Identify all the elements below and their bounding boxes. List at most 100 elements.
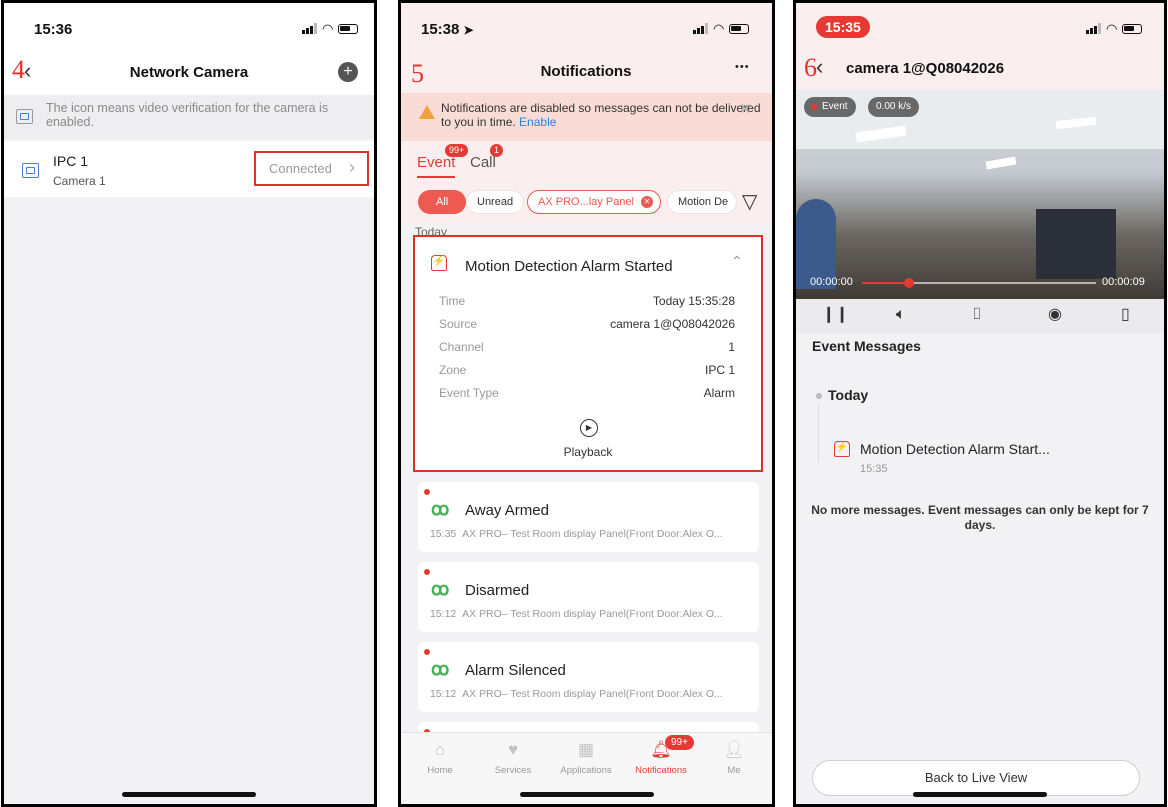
- alarm-icon: ⚡: [431, 255, 447, 271]
- filter-all[interactable]: All: [418, 190, 467, 214]
- playback-icon[interactable]: ▶: [580, 419, 598, 437]
- status-icons: ◠: [302, 21, 359, 36]
- event-card[interactable]: ꝏ Away Armed 15:35 AX PRO– Test Room dis…: [418, 482, 759, 552]
- speaker-icon[interactable]: 🔈︎: [896, 305, 906, 325]
- enable-link[interactable]: Enable: [519, 115, 556, 129]
- fullscreen-icon[interactable]: ▯: [1121, 305, 1130, 325]
- page-title: Notifications: [540, 63, 632, 80]
- event-subtitle: 15:12 AX PRO– Test Room display Panel(Fr…: [430, 688, 723, 700]
- tab-underline: [417, 176, 455, 178]
- event-tag-label: Event: [822, 101, 848, 112]
- warning-icon: [419, 105, 435, 119]
- record-icon[interactable]: ◉: [1048, 305, 1062, 325]
- event-badge: 99+: [445, 144, 469, 157]
- detail-value: IPC 1: [704, 363, 735, 377]
- detail-label: Event Type: [439, 386, 499, 400]
- camera-event-screen: 15:35 ◠ 6 ‹ camera 1@Q08042026 Event 0.0…: [793, 0, 1167, 807]
- event-title: Away Armed: [465, 502, 549, 519]
- video-player[interactable]: Event 0.00 k/s 00:00:00 00:00:09: [796, 89, 1164, 299]
- more-icon[interactable]: •••: [735, 61, 750, 73]
- tab-applications-label: Applications: [560, 765, 612, 776]
- message-time: 15:35: [860, 463, 888, 475]
- status-icons: ◠: [1086, 21, 1143, 36]
- page-title: Network Camera: [129, 64, 249, 81]
- time-start: 00:00:00: [810, 276, 853, 288]
- device-sub: Camera 1: [53, 174, 106, 188]
- nav-bar: [4, 3, 374, 95]
- remove-filter-icon[interactable]: ✕: [641, 196, 653, 208]
- wifi-icon: ◠: [1106, 21, 1118, 36]
- tab-call[interactable]: Call: [470, 154, 496, 171]
- collapse-chevron-icon[interactable]: ⌃: [731, 253, 743, 270]
- expanded-event-card[interactable]: ⚡ Motion Detection Alarm Started ⌃ Time T…: [413, 235, 763, 472]
- silence-icon: ꝏ: [431, 659, 450, 679]
- tab-home[interactable]: ⌂ Home: [403, 739, 477, 776]
- home-indicator: [519, 792, 654, 797]
- event-card[interactable]: ꝏ Disarmed 15:12 AX PRO– Test Room displ…: [418, 562, 759, 632]
- status-icons: ◠: [693, 21, 750, 36]
- network-camera-screen: 15:36 ◠ 4 ‹ Network Camera + The icon me…: [1, 0, 377, 807]
- camera-snapshot-icon[interactable]: ⌷: [972, 305, 982, 325]
- call-badge: 1: [490, 144, 504, 157]
- back-chevron-icon[interactable]: ‹: [24, 60, 31, 82]
- event-title: Alarm Silenced: [465, 662, 566, 679]
- unread-dot: [424, 569, 430, 575]
- back-chevron-icon[interactable]: ‹: [816, 56, 823, 78]
- warning-text: Notifications are disabled so messages c…: [441, 101, 761, 129]
- tab-me-label: Me: [727, 765, 741, 776]
- video-verification-icon: [16, 109, 33, 124]
- filter-panel[interactable]: AX PRO...lay Panel ✕: [527, 190, 661, 214]
- filter-motion[interactable]: Motion De: [667, 190, 737, 214]
- filter-unread[interactable]: Unread: [466, 190, 525, 214]
- battery-icon: [729, 23, 750, 34]
- camera-title: camera 1@Q08042026: [846, 60, 1005, 77]
- back-to-live-button[interactable]: Back to Live View: [812, 760, 1140, 796]
- unread-dot: [424, 649, 430, 655]
- signal-icon: [693, 23, 708, 34]
- playback-label[interactable]: Playback: [415, 445, 761, 459]
- close-icon[interactable]: ✕: [739, 102, 752, 117]
- notification-warning-banner: Notifications are disabled so messages c…: [401, 93, 772, 141]
- filter-funnel-icon[interactable]: ▽: [742, 189, 757, 214]
- detail-value: camera 1@Q08042026: [610, 317, 735, 331]
- camera-list-item[interactable]: IPC 1 Camera 1 Connected ›: [4, 141, 374, 197]
- heart-icon: ♥: [507, 740, 519, 759]
- time-end: 00:00:09: [1102, 276, 1145, 288]
- event-subtitle: 15:12 AX PRO– Test Room display Panel(Fr…: [430, 608, 723, 620]
- event-card[interactable]: ꝏ Alarm Silenced 15:12 AX PRO– Test Room…: [418, 642, 759, 712]
- timeline-line: [818, 403, 819, 463]
- info-text: The icon means video verification for th…: [46, 101, 329, 129]
- event-time: 15:35: [430, 528, 457, 540]
- tab-me[interactable]: 👤︎ Me: [697, 739, 771, 776]
- message-title[interactable]: Motion Detection Alarm Start...: [860, 441, 1050, 457]
- detail-row-zone: Zone IPC 1: [439, 363, 735, 377]
- wifi-icon: ◠: [713, 21, 725, 36]
- today-label: Today: [828, 387, 869, 403]
- event-desc: AX PRO– Test Room display Panel(Front Do…: [462, 688, 723, 700]
- tab-applications[interactable]: ▦ Applications: [549, 739, 623, 776]
- unread-dot: [424, 489, 430, 495]
- battery-icon: [1122, 23, 1143, 34]
- notifications-screen: 15:38 ➤ ◠ 5 Notifications ••• Notificati…: [398, 0, 775, 807]
- detail-row-channel: Channel 1: [439, 340, 735, 354]
- connection-status: Connected: [269, 161, 332, 176]
- pause-icon[interactable]: ❙❙: [822, 305, 849, 325]
- event-desc: AX PRO– Test Room display Panel(Front Do…: [462, 528, 723, 540]
- section-title: Event Messages: [812, 338, 921, 354]
- detail-value: Today 15:35:28: [652, 294, 735, 308]
- info-banner: The icon means video verification for th…: [4, 95, 374, 139]
- detail-label: Zone: [439, 363, 467, 377]
- event-title: Disarmed: [465, 582, 530, 599]
- tab-services[interactable]: ♥ Services: [476, 739, 550, 776]
- event-desc: AX PRO– Test Room display Panel(Front Do…: [462, 608, 723, 620]
- ceiling-light: [985, 156, 1017, 170]
- tab-home-label: Home: [427, 765, 453, 776]
- detail-label: Channel: [439, 340, 484, 354]
- retention-note: No more messages. Event messages can onl…: [811, 503, 1149, 532]
- progress-fill: [862, 282, 909, 284]
- add-icon[interactable]: +: [338, 62, 358, 82]
- wifi-icon: ◠: [322, 21, 334, 36]
- alarm-icon: ⚡: [834, 441, 850, 457]
- filter-panel-label: AX PRO...lay Panel: [538, 196, 634, 208]
- progress-handle[interactable]: [903, 278, 914, 288]
